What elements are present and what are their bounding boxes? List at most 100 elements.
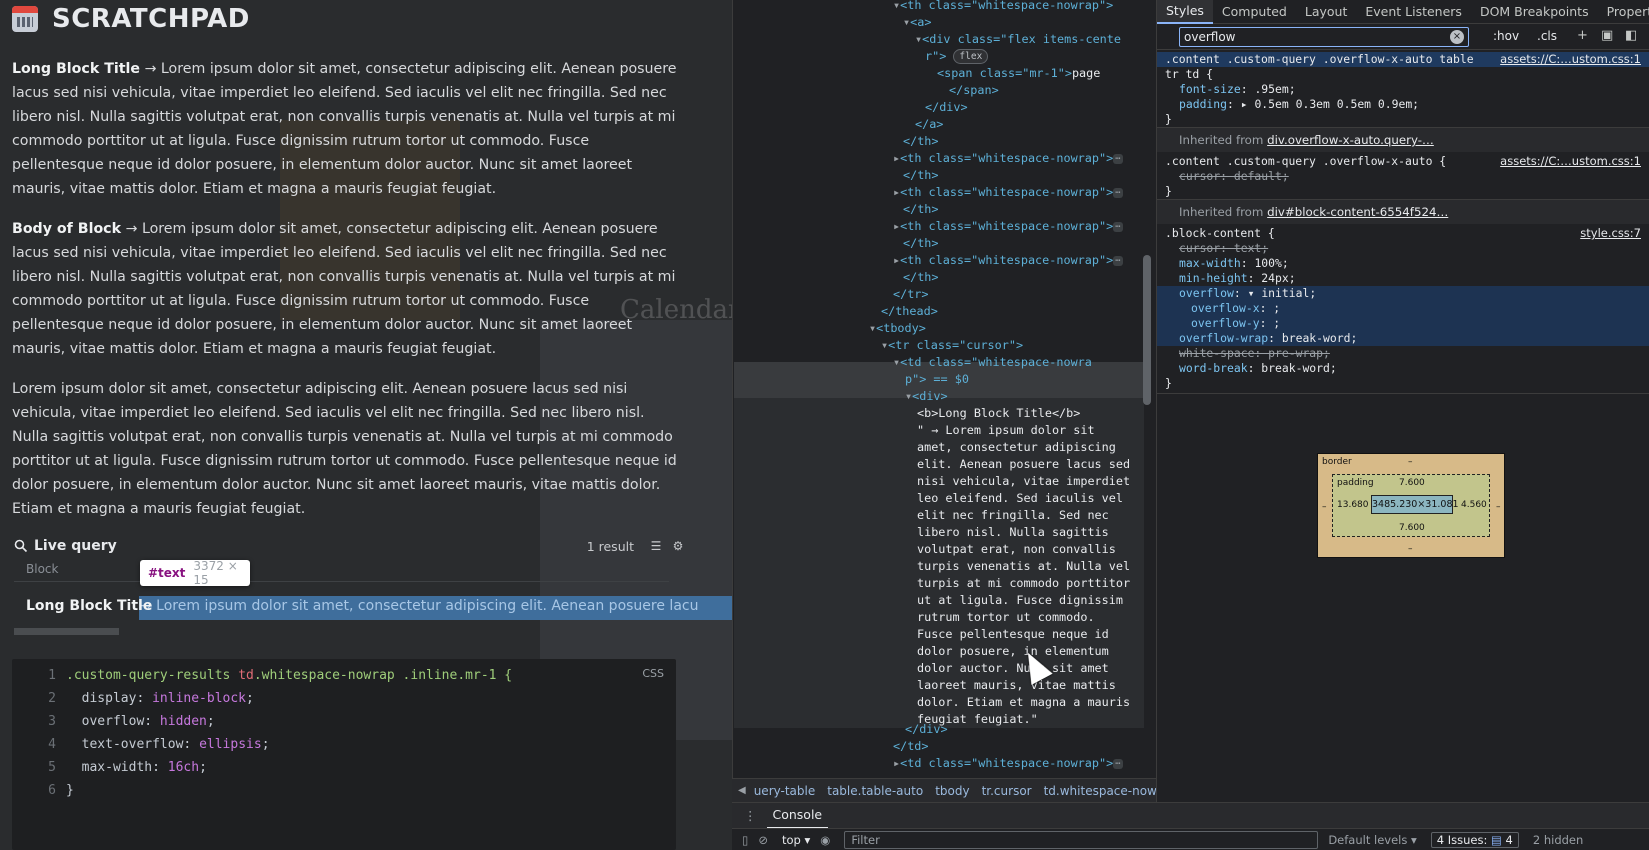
paragraph-plain[interactable]: Lorem ipsum dolor sit amet, consectetur …: [12, 377, 677, 521]
clear-console-icon[interactable]: ⊘: [758, 833, 768, 847]
inherited-link[interactable]: div#block-content-6554f524…: [1267, 205, 1448, 219]
flex-badge[interactable]: flex: [953, 49, 989, 64]
breadcrumb-item[interactable]: uery-table: [754, 784, 816, 798]
css-declaration[interactable]: min-height: 24px;: [1179, 271, 1296, 286]
list-icon[interactable]: ☰: [648, 538, 664, 554]
dom-node[interactable]: ▾<tbody>: [869, 321, 926, 338]
rule-selector[interactable]: .content .custom-query .overflow-x-auto …: [1165, 52, 1474, 67]
gear-icon[interactable]: ⚙: [670, 538, 686, 554]
rule-source-link[interactable]: assets://C:…ustom.css:1: [1500, 52, 1641, 67]
dom-node[interactable]: ▸<td class="whitespace-nowrap"> ⋯: [893, 756, 1123, 773]
dom-node[interactable]: </a>: [915, 117, 943, 134]
breadcrumb-item[interactable]: table.table-auto: [827, 784, 923, 798]
ellipsis-icon[interactable]: ⋯: [1113, 153, 1123, 164]
code-language-label: CSS: [642, 667, 664, 680]
rule-source-link[interactable]: style.css:7: [1580, 226, 1641, 241]
paint-icon[interactable]: ▣: [1601, 28, 1613, 43]
column-header-block[interactable]: Block: [26, 562, 58, 576]
css-longhand[interactable]: overflow-y: ;: [1191, 316, 1280, 331]
console-filter-input[interactable]: Filter: [844, 830, 1319, 849]
box-model-content[interactable]: 3485.230×31.081: [1371, 495, 1459, 514]
dom-node[interactable]: </thead>: [881, 304, 938, 321]
dom-node[interactable]: </div>: [925, 100, 968, 117]
table-row[interactable]: → Lorem ipsum dolor sit amet, consectetu…: [0, 596, 732, 620]
inherited-header: Inherited from div#block-content-6554f52…: [1157, 200, 1649, 224]
dom-node-selected[interactable]: ▾<td class="whitespace-nowra: [893, 355, 1092, 372]
dom-node[interactable]: </th>: [903, 236, 939, 253]
log-levels-select[interactable]: Default levels ▾: [1328, 833, 1416, 847]
context-select[interactable]: top ▾: [782, 833, 810, 847]
ellipsis-icon[interactable]: ⋯: [1113, 187, 1123, 198]
css-declaration[interactable]: white-space: pre-wrap;: [1179, 346, 1330, 361]
css-declaration[interactable]: cursor: default;: [1179, 169, 1289, 184]
elements-panel[interactable]: ▾<th class="whitespace-nowrap"> ▾<a> ▾<d…: [732, 0, 1156, 778]
tab-event-listeners[interactable]: Event Listeners: [1356, 0, 1471, 24]
rule-selector[interactable]: .block-content {: [1165, 226, 1275, 241]
dom-node[interactable]: </th>: [903, 134, 939, 151]
dom-node[interactable]: ▾<tr class="cursor">: [881, 338, 1023, 355]
css-declaration[interactable]: overflow-wrap: break-word;: [1179, 331, 1357, 346]
css-longhand[interactable]: overflow-x: ;: [1191, 301, 1280, 316]
dom-node[interactable]: </div>: [905, 722, 948, 739]
dom-node[interactable]: </th>: [903, 270, 939, 287]
issues-button[interactable]: 4 Issues: ▤ 4: [1430, 831, 1519, 848]
paragraph-body-of-block[interactable]: Body of Block → Lorem ipsum dolor sit am…: [12, 217, 677, 361]
rule-selector[interactable]: tr td {: [1165, 67, 1213, 82]
dom-node[interactable]: </th>: [903, 202, 939, 219]
scrollbar-thumb[interactable]: [1143, 255, 1151, 405]
box-model-diagram[interactable]: border – – – – padding 7.600 13.680 4.56…: [1317, 453, 1505, 558]
dom-node[interactable]: ▸<th class="whitespace-nowrap"> ⋯: [893, 219, 1123, 236]
plus-icon[interactable]: +: [1577, 28, 1588, 43]
dom-node[interactable]: ▾<div class="flex items-cente: [915, 32, 1121, 49]
dom-node-selected[interactable]: p"> == $0: [905, 372, 969, 389]
inherited-link[interactable]: div.overflow-x-auto.query-…: [1267, 133, 1434, 147]
ellipsis-icon[interactable]: ⋯: [1113, 221, 1123, 232]
dom-node[interactable]: </td>: [893, 739, 929, 756]
breadcrumb-item[interactable]: tbody: [935, 784, 969, 798]
dom-node[interactable]: r"> flex: [925, 49, 989, 66]
dom-node[interactable]: ▸<th class="whitespace-nowrap"> ⋯: [893, 185, 1123, 202]
css-declaration[interactable]: word-break: break-word;: [1179, 361, 1337, 376]
paragraph-long-block-title[interactable]: Long Block Title → Lorem ipsum dolor sit…: [12, 57, 677, 201]
dom-node[interactable]: </tr>: [893, 287, 929, 304]
styles-filter-input[interactable]: overflow: [1179, 27, 1469, 47]
dom-node[interactable]: ▸<th class="whitespace-nowrap"> ⋯: [893, 253, 1123, 270]
dom-node[interactable]: ▾<th class="whitespace-nowrap">: [893, 0, 1113, 15]
box-model-padding[interactable]: padding 7.600 13.680 4.560 7.600 3485.23…: [1332, 474, 1490, 537]
clear-filter-icon[interactable]: ×: [1450, 30, 1464, 44]
rule-selector[interactable]: .content .custom-query .overflow-x-auto …: [1165, 154, 1446, 169]
hov-toggle[interactable]: :hov: [1493, 29, 1519, 43]
dom-node[interactable]: ▸<th class="whitespace-nowrap"> ⋯: [893, 151, 1123, 168]
eye-icon[interactable]: ◉: [820, 833, 830, 847]
sidebar-toggle-icon[interactable]: ▯: [742, 833, 748, 847]
css-declaration[interactable]: max-width: 100%;: [1179, 256, 1289, 271]
sidebar-icon[interactable]: ◧: [1625, 28, 1637, 43]
breadcrumb-item[interactable]: tr.cursor: [982, 784, 1032, 798]
box-model-padding-label: padding: [1337, 478, 1374, 488]
ellipsis-icon[interactable]: ⋯: [1113, 255, 1123, 266]
css-declaration[interactable]: overflow: ▾ initial;: [1179, 286, 1316, 301]
dom-node[interactable]: <span class="mr-1">page: [937, 66, 1100, 83]
horizontal-scrollbar[interactable]: [14, 628, 119, 635]
chevron-left-icon[interactable]: ◀: [738, 785, 746, 796]
kebab-menu-icon[interactable]: ⋮: [744, 808, 757, 823]
css-declaration[interactable]: cursor: text;: [1179, 241, 1268, 256]
tab-layout[interactable]: Layout: [1296, 0, 1357, 24]
dom-node[interactable]: </span>: [949, 83, 999, 100]
tab-console[interactable]: Console: [766, 803, 829, 829]
tab-dom-breakpoints[interactable]: DOM Breakpoints: [1471, 0, 1598, 24]
ellipsis-icon[interactable]: ⋯: [1113, 758, 1123, 769]
dom-node[interactable]: <b>Long Block Title</b>: [917, 406, 1080, 423]
breadcrumb-item[interactable]: td.whitespace-nowrap: [1044, 784, 1156, 798]
css-declaration[interactable]: padding: ▸ 0.5em 0.3em 0.5em 0.9em;: [1179, 97, 1419, 112]
tab-computed[interactable]: Computed: [1213, 0, 1296, 24]
dom-node[interactable]: ▾<a>: [903, 15, 931, 32]
css-code-block[interactable]: CSS 1 .custom-query-results td.whitespace…: [12, 659, 676, 850]
rule-source-link[interactable]: assets://C:…ustom.css:1: [1500, 154, 1641, 169]
css-declaration[interactable]: font-size: .95em;: [1179, 82, 1296, 97]
cls-toggle[interactable]: .cls: [1537, 29, 1557, 43]
dom-node[interactable]: ▾<div>: [905, 389, 948, 406]
tab-styles[interactable]: Styles: [1157, 0, 1213, 24]
dom-node[interactable]: </th>: [903, 168, 939, 185]
tab-properties[interactable]: Properties: [1598, 0, 1649, 24]
